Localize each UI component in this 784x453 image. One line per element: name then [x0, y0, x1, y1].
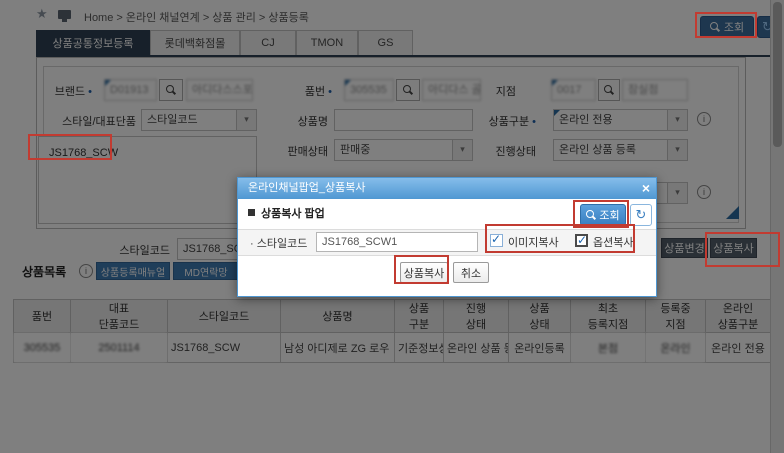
close-icon[interactable]: × — [642, 179, 650, 198]
modal-style-code-label: · 스타일코드 — [250, 238, 308, 250]
option-copy-checkbox[interactable]: ✓ — [575, 233, 588, 247]
product-copy-modal: 온라인채널팝업_상품복사 × 상품복사 팝업 조회 ↻ · 스타일코드 JS17… — [237, 177, 657, 297]
section-bullet-icon — [248, 209, 255, 216]
modal-cancel-button[interactable]: 취소 — [453, 262, 489, 283]
image-copy-checkbox[interactable]: ✓ — [490, 232, 503, 247]
modal-search-button[interactable]: 조회 — [580, 204, 626, 226]
modal-section-title: 상품복사 팝업 — [261, 208, 325, 220]
magnifier-icon — [586, 210, 596, 220]
modal-refresh-button[interactable]: ↻ — [630, 204, 652, 226]
check-icon: ✓ — [577, 233, 588, 247]
modal-product-copy-button[interactable]: 상품복사 — [400, 262, 448, 283]
modal-search-label: 조회 — [599, 210, 620, 222]
modal-style-code-input[interactable]: JS1768_SCW1 — [316, 232, 478, 252]
refresh-icon: ↻ — [635, 207, 647, 223]
modal-title: 온라인채널팝업_상품복사 — [238, 178, 656, 199]
check-icon: ✓ — [491, 232, 502, 246]
product-registration-screen: ★ Home > 온라인 채널연계 > 상품 관리 > 상품등록 조회 ↻ 상품… — [0, 0, 784, 453]
option-copy-label: 옵션복사 — [593, 237, 634, 249]
image-copy-label: 이미지복사 — [508, 237, 559, 249]
